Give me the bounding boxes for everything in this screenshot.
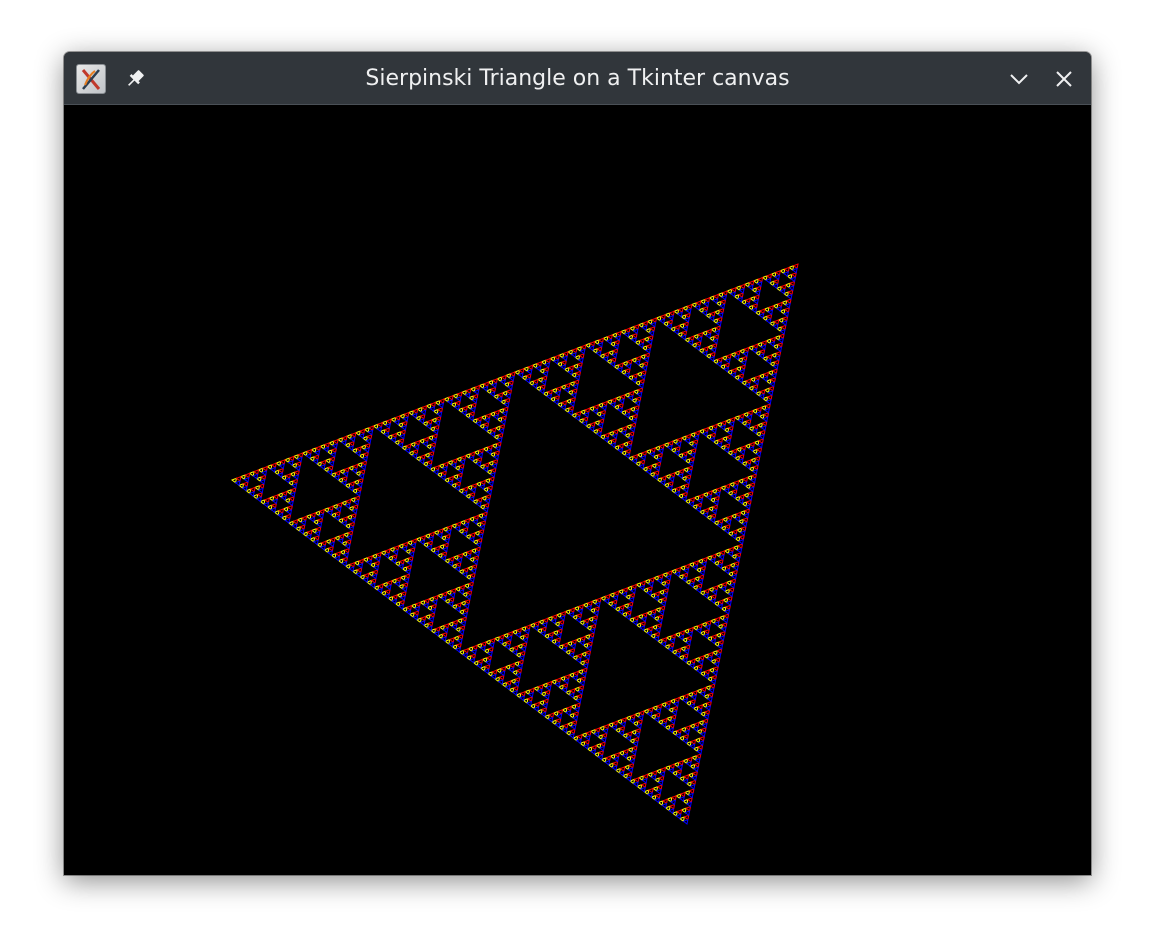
tk-app-icon	[76, 64, 106, 94]
chevron-down-icon[interactable]	[1004, 64, 1034, 94]
sierpinski-triangle	[230, 263, 799, 825]
app-window: Sierpinski Triangle on a Tkinter canvas	[64, 52, 1091, 875]
fractal-layer	[235, 263, 799, 821]
close-icon[interactable]	[1049, 64, 1079, 94]
titlebar[interactable]: Sierpinski Triangle on a Tkinter canvas	[64, 52, 1091, 105]
window-title: Sierpinski Triangle on a Tkinter canvas	[365, 66, 790, 91]
pin-icon[interactable]	[120, 64, 150, 94]
tk-canvas[interactable]	[65, 105, 1090, 874]
